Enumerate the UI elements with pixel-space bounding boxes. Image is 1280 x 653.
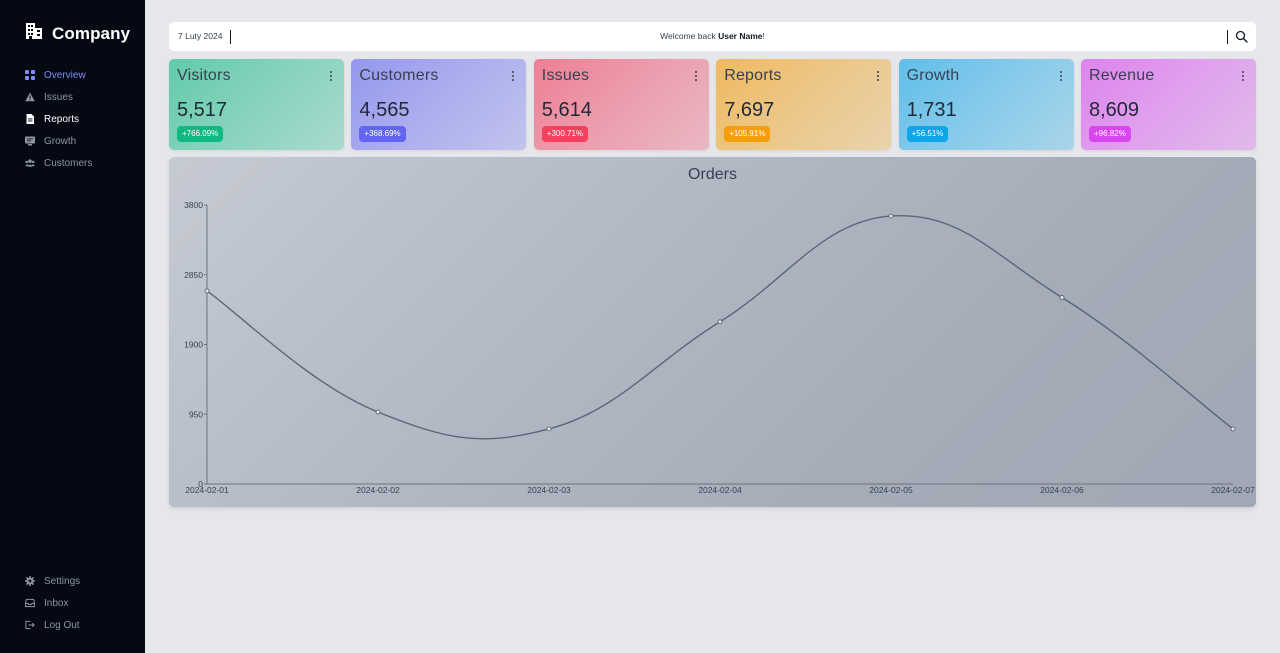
x-tick-label: 2024-02-06 xyxy=(1040,485,1084,495)
logout-icon xyxy=(25,620,35,630)
x-tick-label: 2024-02-01 xyxy=(185,485,229,495)
grid-icon xyxy=(25,70,35,80)
stat-card-revenue[interactable]: Revenue 8,609 +96.82% xyxy=(1081,59,1256,150)
sidebar-item-customers[interactable]: Customers xyxy=(25,152,92,174)
sidebar-item-label: Growth xyxy=(44,135,77,147)
user-name: User Name xyxy=(718,31,763,41)
card-title: Revenue xyxy=(1089,67,1155,84)
more-vertical-icon[interactable] xyxy=(693,70,699,82)
divider xyxy=(1227,30,1228,44)
inbox-icon xyxy=(25,598,35,608)
users-icon xyxy=(25,158,35,168)
data-point xyxy=(1059,295,1065,300)
x-tick-label: 2024-02-04 xyxy=(698,485,742,495)
card-title: Growth xyxy=(906,67,960,84)
x-tick-label: 2024-02-07 xyxy=(1211,485,1255,495)
welcome-message: Welcome back User Name! xyxy=(169,31,1256,41)
stat-card-reports[interactable]: Reports 7,697 +105.91% xyxy=(716,59,892,150)
change-badge: +96.82% xyxy=(1089,126,1131,142)
card-value: 1,731 xyxy=(906,99,957,121)
card-title: Customers xyxy=(359,67,439,84)
more-vertical-icon[interactable] xyxy=(1240,70,1246,82)
change-badge: +105.91% xyxy=(724,126,771,142)
x-tick-label: 2024-02-05 xyxy=(869,485,913,495)
sidebar-item-label: Overview xyxy=(44,69,86,81)
card-title: Reports xyxy=(724,67,782,84)
gear-icon xyxy=(25,576,35,586)
data-point xyxy=(888,213,894,219)
brand-name: Company xyxy=(52,23,131,43)
change-badge: +368.69% xyxy=(359,126,406,142)
data-point xyxy=(375,409,381,415)
top-bar: 7 Luty 2024 Welcome back User Name! xyxy=(169,22,1256,51)
sidebar-bottom-nav: Settings Inbox Log Out xyxy=(25,570,80,636)
card-value: 8,609 xyxy=(1089,99,1140,121)
sidebar: Company Overview Issues Reports Growth C… xyxy=(0,0,145,653)
warning-icon xyxy=(25,92,35,102)
stat-cards: Visitors 5,517 +766.09% Customers 4,565 … xyxy=(169,59,1256,150)
building-icon xyxy=(25,22,43,45)
sidebar-nav: Overview Issues Reports Growth Customers xyxy=(25,64,92,174)
orders-line-chart: 09501900285038002024-02-01 2024-02-02 2024… xyxy=(184,200,1255,495)
sidebar-item-label: Customers xyxy=(44,157,93,169)
card-value: 5,614 xyxy=(541,99,592,121)
chart-board-icon xyxy=(25,136,35,146)
orders-chart-panel: Orders 0 950 1900 2850 3800 2024-02-01 2024-02… xyxy=(169,157,1256,507)
sidebar-item-issues[interactable]: Issues xyxy=(25,86,92,108)
more-vertical-icon[interactable] xyxy=(1058,70,1064,82)
card-value: 7,697 xyxy=(724,99,775,121)
change-badge: +300.71% xyxy=(541,126,589,142)
sidebar-item-label: Settings xyxy=(44,575,81,587)
x-tick-label: 2024-02-03 xyxy=(527,485,571,495)
data-point xyxy=(546,426,552,432)
series-line xyxy=(206,214,1234,440)
sidebar-item-label: Inbox xyxy=(44,597,69,609)
data-point xyxy=(1230,426,1236,432)
y-tick-label: 3800 xyxy=(184,200,203,210)
card-value: 4,565 xyxy=(359,99,410,121)
sidebar-item-overview[interactable]: Overview xyxy=(25,64,92,86)
y-tick-label: 950 xyxy=(189,409,203,419)
sidebar-item-label: Issues xyxy=(44,91,73,103)
x-tick-label: 2024-02-02 xyxy=(356,485,400,495)
more-vertical-icon[interactable] xyxy=(510,70,516,82)
data-point xyxy=(204,288,210,294)
stat-card-visitors[interactable]: Visitors 5,517 +766.09% xyxy=(169,59,344,150)
card-value: 5,517 xyxy=(177,99,228,121)
card-title: Visitors xyxy=(177,67,231,84)
sidebar-item-label: Reports xyxy=(44,113,80,125)
more-vertical-icon[interactable] xyxy=(875,70,881,82)
y-tick-label: 2850 xyxy=(184,270,203,280)
sidebar-item-logout[interactable]: Log Out xyxy=(25,614,80,636)
sidebar-item-label: Log Out xyxy=(44,619,80,631)
more-vertical-icon[interactable] xyxy=(328,70,334,82)
stat-card-issues[interactable]: Issues 5,614 +300.71% xyxy=(533,59,709,150)
brand[interactable]: Company xyxy=(25,22,130,45)
sidebar-item-inbox[interactable]: Inbox xyxy=(25,592,80,614)
card-title: Issues xyxy=(541,67,590,84)
welcome-prefix: Welcome back xyxy=(660,31,719,41)
sidebar-item-settings[interactable]: Settings xyxy=(25,570,80,592)
change-badge: +56.51% xyxy=(906,126,949,142)
change-badge: +766.09% xyxy=(177,126,224,142)
sidebar-item-growth[interactable]: Growth xyxy=(25,130,92,152)
stat-card-customers[interactable]: Customers 4,565 +368.69% xyxy=(351,59,527,150)
stat-card-growth[interactable]: Growth 1,731 +56.51% xyxy=(898,59,1074,150)
sidebar-item-reports[interactable]: Reports xyxy=(25,108,92,130)
search-icon[interactable] xyxy=(1235,30,1248,43)
data-point xyxy=(717,319,723,325)
y-tick-label: 1900 xyxy=(184,340,203,350)
document-icon xyxy=(25,114,35,124)
welcome-suffix: ! xyxy=(762,31,765,41)
